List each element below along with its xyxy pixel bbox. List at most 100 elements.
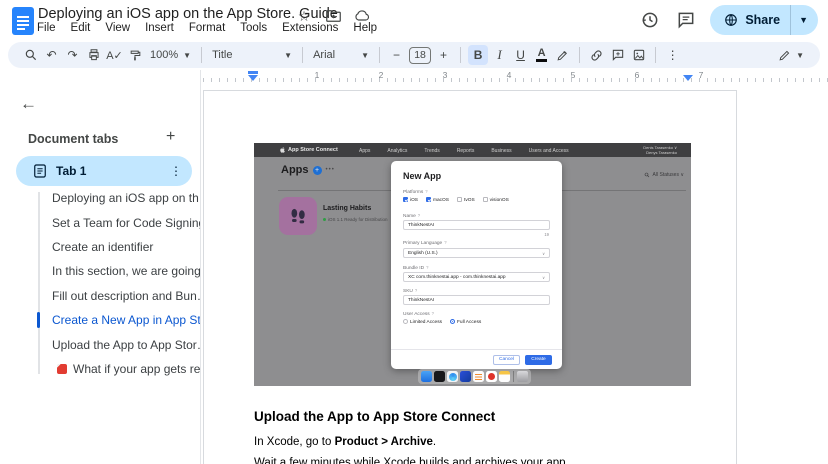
share-dropdown-button[interactable]: ▼ (791, 5, 818, 35)
insert-image-button[interactable] (629, 45, 648, 65)
menu-insert[interactable]: Insert (145, 22, 174, 34)
first-line-indent-marker[interactable] (248, 71, 258, 74)
insert-link-button[interactable] (587, 45, 606, 65)
add-tab-button[interactable]: + (166, 128, 175, 146)
underline-button[interactable]: U (511, 45, 530, 65)
version-history-icon[interactable] (638, 8, 662, 32)
name-label: Name? (403, 213, 421, 219)
embedded-screenshot-image[interactable]: App Store Connect Apps Analytics Trends … (254, 143, 691, 386)
text-color-letter: A (537, 47, 546, 59)
menu-bar: File Edit View Insert Format Tools Exten… (37, 22, 377, 34)
tab-document-icon (34, 164, 46, 178)
italic-button[interactable]: I (490, 45, 509, 65)
tab-1[interactable]: Tab 1 ⋮ (16, 156, 192, 186)
undo-button[interactable]: ↶ (42, 45, 61, 65)
outline-item[interactable]: Upload the App to App Stor… (0, 332, 200, 356)
asc-app-status-label: iOS 1.1 Ready for Distribution (328, 217, 388, 222)
dock-phone-app-icon (421, 371, 432, 382)
google-docs-window: Deploying an iOS app on the App Store. G… (0, 0, 828, 464)
help-icon: ? (444, 240, 447, 245)
toolbar-divider (655, 47, 657, 63)
share-button[interactable]: Share (710, 5, 790, 35)
help-icon: ? (426, 265, 429, 270)
menu-edit[interactable]: Edit (71, 22, 91, 34)
menu-tools[interactable]: Tools (240, 22, 267, 34)
increase-font-size-button[interactable]: + (434, 45, 453, 65)
menu-file[interactable]: File (37, 22, 56, 34)
menu-view[interactable]: View (105, 22, 130, 34)
chevron-down-icon: ▼ (284, 50, 293, 60)
horizontal-ruler: 1 2 3 4 5 6 7 (203, 70, 828, 84)
dock-divider (513, 371, 514, 382)
print-button[interactable] (84, 45, 103, 65)
chevron-down-icon: ∨ (542, 274, 545, 280)
menu-format[interactable]: Format (189, 22, 225, 34)
google-docs-logo[interactable] (12, 7, 34, 35)
tab-1-label: Tab 1 (56, 164, 87, 178)
cancel-button: Cancel (493, 354, 520, 365)
close-sidebar-button[interactable]: ← (20, 94, 37, 114)
outline-item[interactable]: What if your app gets re… (0, 357, 200, 381)
text-color-button[interactable]: A (532, 45, 551, 65)
outline-item[interactable]: Deploying an iOS app on th… (0, 186, 200, 210)
comments-icon[interactable] (674, 8, 698, 32)
menu-help[interactable]: Help (353, 22, 377, 34)
bold-button[interactable]: B (468, 45, 489, 65)
ruler-ticks (203, 78, 828, 82)
outline-item[interactable]: In this section, we are going… (0, 259, 200, 283)
ruler-number: 7 (698, 70, 704, 80)
paragraph: Wait a few minutes while Xcode builds an… (254, 457, 566, 464)
asc-add-app-icon: + (312, 165, 322, 175)
paragraph: In Xcode, go to Product > Archive. (254, 436, 436, 448)
add-comment-button[interactable] (608, 45, 627, 65)
user-access-row: Limited Access Full Access (403, 319, 481, 325)
left-indent-marker[interactable] (248, 71, 258, 81)
ruler-number: 5 (570, 70, 576, 80)
right-indent-marker[interactable] (683, 75, 693, 81)
document-outline: Deploying an iOS app on th… Set a Team f… (0, 186, 200, 381)
modal-title: New App (403, 171, 442, 181)
spellcheck-button[interactable]: A✓ (105, 45, 124, 65)
section-heading: Upload the App to App Store Connect (254, 409, 496, 424)
checkbox-checked-icon (403, 197, 408, 202)
outline-item[interactable]: Create an identifier (0, 235, 200, 259)
asc-nav-business: Business (491, 148, 512, 154)
highlight-color-button[interactable] (553, 45, 572, 65)
style-value: Title (212, 49, 233, 61)
font-size-input[interactable]: 18 (409, 46, 432, 64)
menu-extensions[interactable]: Extensions (282, 22, 338, 34)
asc-user-team: Denys Tarasenko (646, 150, 677, 155)
document-page[interactable]: App Store Connect Apps Analytics Trends … (203, 90, 737, 464)
paragraph-style-select[interactable]: Title ▼ (209, 45, 295, 65)
search-icon (644, 172, 649, 178)
bundle-id-label: Bundle ID? (403, 265, 429, 271)
checkbox-checked-icon (426, 197, 431, 202)
more-options-button[interactable]: ⋮ (663, 45, 682, 65)
toolbar-divider (302, 47, 304, 63)
status-green-dot (323, 218, 326, 221)
outline-item[interactable]: Set a Team for Code Signing (0, 210, 200, 234)
asc-filter-label: All Statuses ∨ (652, 172, 684, 178)
radio-icon (403, 319, 408, 324)
outline-item-active[interactable]: Create a New App in App St… (0, 308, 200, 332)
paragraph-text: In Xcode, go to (254, 436, 335, 448)
dock-dark-app-icon (434, 371, 445, 382)
asc-nav-analytics: Analytics (387, 148, 408, 154)
help-icon: ? (414, 288, 418, 293)
paint-format-button[interactable] (126, 45, 145, 65)
document-title[interactable]: Deploying an iOS app on the App Store. G… (38, 6, 338, 22)
zoom-select[interactable]: 100% ▼ (147, 45, 194, 65)
sku-input: ThinkNestAI (403, 295, 550, 305)
tab-options-button[interactable]: ⋮ (170, 164, 182, 178)
toolbar-divider (460, 47, 462, 63)
editing-mode-select[interactable]: ▼ (775, 45, 807, 65)
sku-label: SKU? (403, 288, 418, 294)
decrease-font-size-button[interactable]: − (387, 45, 406, 65)
paragraph-bold-text: Product > Archive (334, 436, 433, 448)
asc-nav-reports: Reports (456, 148, 475, 154)
outline-item[interactable]: Fill out description and Bun… (0, 284, 200, 308)
search-menus-button[interactable] (21, 45, 40, 65)
checkbox-icon (457, 197, 462, 202)
redo-button[interactable]: ↷ (63, 45, 82, 65)
font-select[interactable]: Arial ▼ (310, 45, 372, 65)
